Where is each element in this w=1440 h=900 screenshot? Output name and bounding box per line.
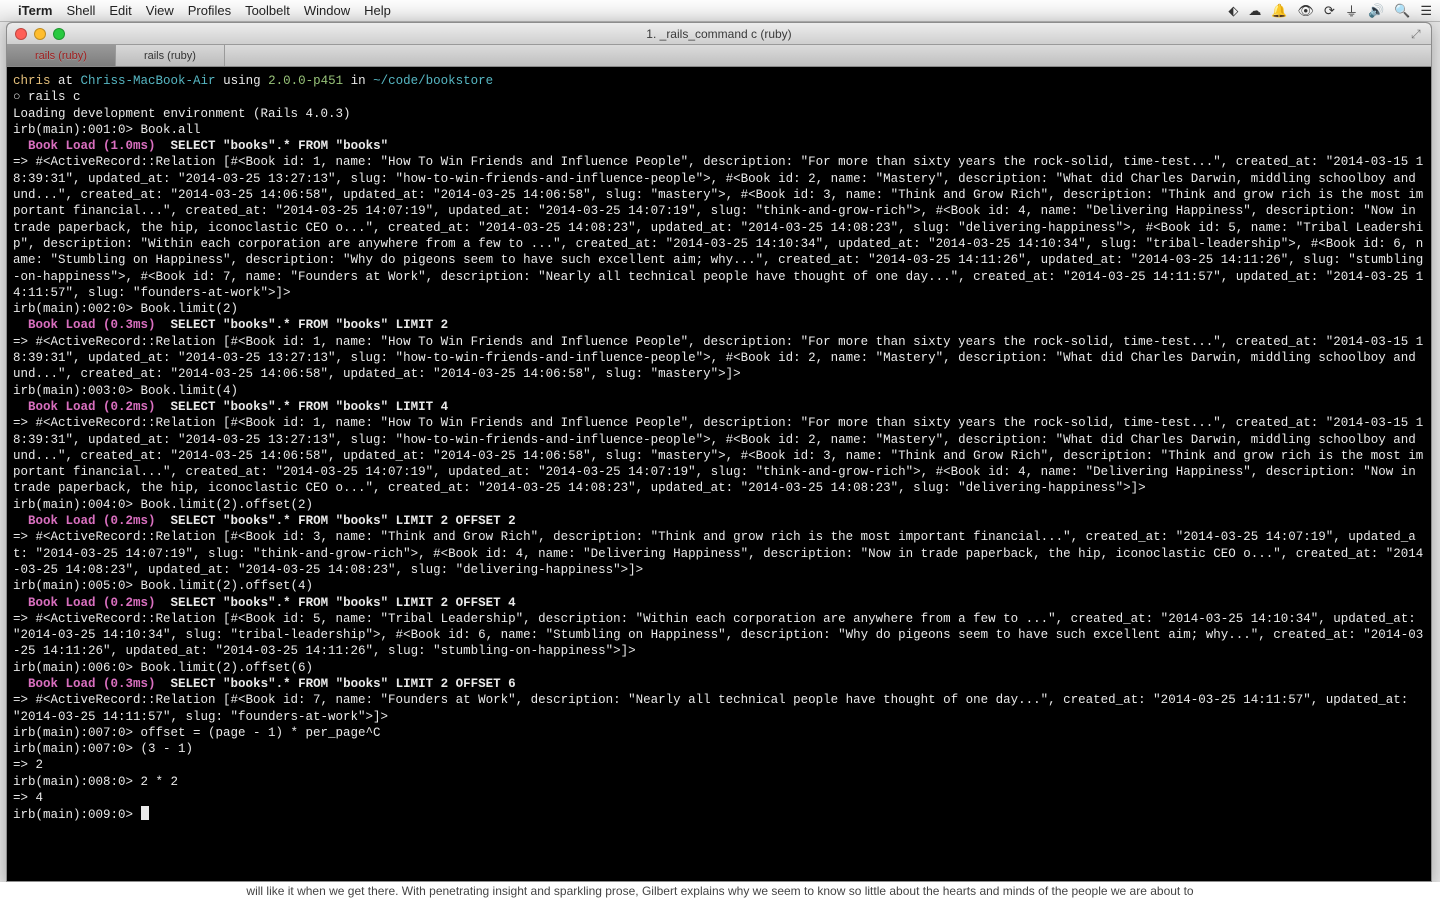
term-output: => #<ActiveRecord::Relation [#<Book id: … [13,530,1423,577]
spotlight-icon[interactable]: 🔍 [1394,3,1410,19]
term-output: => #<ActiveRecord::Relation [#<Book id: … [13,155,1423,299]
wifi-icon[interactable]: ⏚ [1345,1,1358,20]
term-line: irb(main):008:0> 2 * 2 [13,775,178,789]
term-output: => #<ActiveRecord::Relation [#<Book id: … [13,335,1423,382]
sql-query: SELECT "books".* FROM "books" LIMIT 4 [156,400,449,414]
close-icon[interactable] [15,28,27,40]
term-line: irb(main):005:0> Book.limit(2).offset(4) [13,579,313,593]
terminal-cursor [141,806,149,820]
tab-bar: rails (ruby) rails (ruby) [7,45,1431,67]
prompt-at: at [51,74,81,88]
prompt-ruby: 2.0.0-p451 [268,74,343,88]
fullscreen-icon[interactable]: ⤢ [1411,27,1425,41]
term-line: Loading development environment (Rails 4… [13,107,351,121]
prompt-in: in [343,74,373,88]
term-line: irb(main):007:0> (3 - 1) [13,742,193,756]
sql-timing: Book Load (1.0ms) [13,139,156,153]
tab-rails-1[interactable]: rails (ruby) [7,45,116,66]
dropbox-icon[interactable]: ⬖ [1228,3,1238,19]
minimize-icon[interactable] [34,28,46,40]
menu-edit[interactable]: Edit [109,3,131,18]
terminal-viewport[interactable]: chris at Chriss-MacBook-Air using 2.0.0-… [7,67,1431,881]
sql-query: SELECT "books".* FROM "books" LIMIT 2 [156,318,449,332]
notification-center-icon[interactable]: ☰ [1420,3,1432,19]
prompt-using: using [216,74,269,88]
sql-timing: Book Load (0.3ms) [13,677,156,691]
sql-timing: Book Load (0.2ms) [13,400,156,414]
term-line: => 4 [13,791,43,805]
term-line: irb(main):003:0> Book.limit(4) [13,384,238,398]
iterm-window: 1. _rails_command c (ruby) ⤢ rails (ruby… [6,22,1432,882]
zoom-icon[interactable] [53,28,65,40]
sql-timing: Book Load (0.2ms) [13,596,156,610]
tab-rails-2[interactable]: rails (ruby) [116,45,225,66]
sql-timing: Book Load (0.3ms) [13,318,156,332]
sql-query: SELECT "books".* FROM "books" LIMIT 2 OF… [156,677,516,691]
sql-query: SELECT "books".* FROM "books" [156,139,389,153]
cloud-icon[interactable]: ☁ [1248,3,1261,19]
menu-window[interactable]: Window [304,3,350,18]
menubar-app-name[interactable]: iTerm [18,3,52,18]
eye-icon[interactable]: 👁 [1298,3,1315,19]
menu-help[interactable]: Help [364,3,391,18]
term-line: irb(main):001:0> Book.all [13,123,201,137]
window-title: 1. _rails_command c (ruby) [7,27,1431,41]
sql-query: SELECT "books".* FROM "books" LIMIT 2 OF… [156,514,516,528]
menu-shell[interactable]: Shell [66,3,95,18]
sql-timing: Book Load (0.2ms) [13,514,156,528]
prompt-host: Chriss-MacBook-Air [81,74,216,88]
mac-menubar: iTerm Shell Edit View Profiles Toolbelt … [0,0,1440,22]
volume-icon[interactable]: 🔊 [1368,3,1384,19]
prompt-path: ~/code/bookstore [373,74,493,88]
bell-icon[interactable]: 🔔 [1271,3,1287,19]
prompt-user: chris [13,74,51,88]
menu-toolbelt[interactable]: Toolbelt [245,3,290,18]
menu-profiles[interactable]: Profiles [188,3,231,18]
term-line: => 2 [13,758,43,772]
window-titlebar[interactable]: 1. _rails_command c (ruby) ⤢ [7,23,1431,45]
menu-view[interactable]: View [146,3,174,18]
background-window-text: will like it when we get there. With pen… [0,882,1440,900]
term-line: ○ rails c [13,90,81,104]
term-output: => #<ActiveRecord::Relation [#<Book id: … [13,612,1423,659]
term-output: => #<ActiveRecord::Relation [#<Book id: … [13,693,1416,723]
term-output: => #<ActiveRecord::Relation [#<Book id: … [13,416,1423,495]
sync-icon[interactable]: ⟳ [1324,3,1335,19]
sql-query: SELECT "books".* FROM "books" LIMIT 2 OF… [156,596,516,610]
term-line: irb(main):006:0> Book.limit(2).offset(6) [13,661,313,675]
term-prompt-current: irb(main):009:0> [13,808,141,822]
term-line: irb(main):002:0> Book.limit(2) [13,302,238,316]
term-line: irb(main):007:0> offset = (page - 1) * p… [13,726,381,740]
term-line: irb(main):004:0> Book.limit(2).offset(2) [13,498,313,512]
